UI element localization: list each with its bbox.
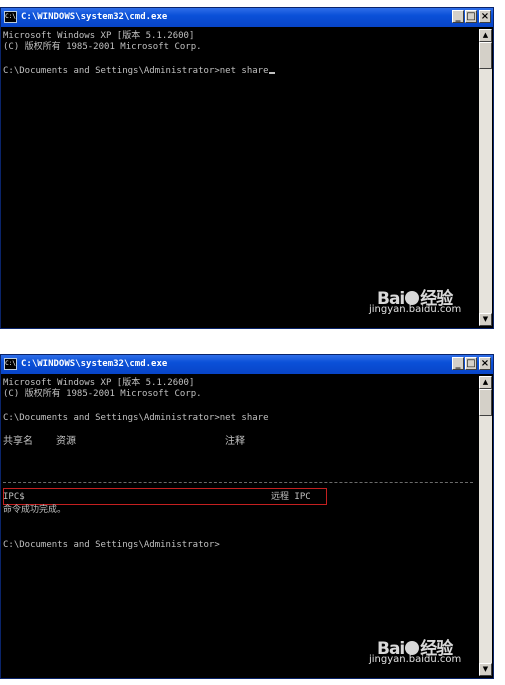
console-line: (C) 版权所有 1985-2001 Microsoft Corp. xyxy=(3,389,202,399)
maximize-button[interactable]: □ xyxy=(465,10,477,23)
console-line: C:\Documents and Settings\Administrator>… xyxy=(3,413,269,423)
title-bar[interactable]: C:\ C:\WINDOWS\system32\cmd.exe _ □ × xyxy=(1,355,493,374)
result-message: 命令成功完成。 xyxy=(3,505,67,515)
title-bar[interactable]: C:\ C:\WINDOWS\system32\cmd.exe _ □ × xyxy=(1,8,493,27)
share-remark-cell: 远程 IPC xyxy=(271,492,311,502)
window-title: C:\WINDOWS\system32\cmd.exe xyxy=(21,12,168,22)
paw-icon xyxy=(405,291,420,305)
vertical-scrollbar[interactable]: ▲ ▼ xyxy=(479,376,492,676)
separator-line xyxy=(3,482,473,483)
vertical-scrollbar[interactable]: ▲ ▼ xyxy=(479,29,492,326)
paw-icon xyxy=(405,641,420,655)
baidu-watermark: Bai 经验 jingyan.baidu.com xyxy=(369,284,469,320)
scroll-up-button[interactable]: ▲ xyxy=(479,376,492,389)
scroll-down-button[interactable]: ▼ xyxy=(479,663,492,676)
cmd-icon[interactable]: C:\ xyxy=(4,358,17,370)
scroll-thumb[interactable] xyxy=(479,389,492,416)
watermark-url: jingyan.baidu.com xyxy=(369,654,462,665)
maximize-button[interactable]: □ xyxy=(465,357,477,370)
watermark-url: jingyan.baidu.com xyxy=(369,304,462,315)
scroll-up-button[interactable]: ▲ xyxy=(479,29,492,42)
close-button[interactable]: × xyxy=(479,10,491,23)
close-button[interactable]: × xyxy=(479,357,491,370)
cmd-icon[interactable]: C:\ xyxy=(4,11,17,23)
header-resource: 资源 xyxy=(56,436,76,447)
text-cursor xyxy=(268,72,275,74)
header-remark: 注释 xyxy=(225,436,245,447)
window-title: C:\WINDOWS\system32\cmd.exe xyxy=(21,359,168,369)
scroll-down-button[interactable]: ▼ xyxy=(479,313,492,326)
prompt-text: C:\Documents and Settings\Administrator> xyxy=(3,540,220,550)
console-line: C:\Documents and Settings\Administrator>… xyxy=(3,66,275,77)
scroll-thumb[interactable] xyxy=(479,42,492,69)
console-line: Microsoft Windows XP [版本 5.1.2600] xyxy=(3,31,195,41)
console-output[interactable]: Microsoft Windows XP [版本 5.1.2600] (C) 版… xyxy=(3,29,477,326)
baidu-watermark: Bai 经验 jingyan.baidu.com xyxy=(369,634,469,670)
cmd-window-1: C:\ C:\WINDOWS\system32\cmd.exe _ □ × Mi… xyxy=(0,7,494,329)
console-line: (C) 版权所有 1985-2001 Microsoft Corp. xyxy=(3,42,202,52)
console-output[interactable]: Microsoft Windows XP [版本 5.1.2600] (C) 版… xyxy=(3,376,477,676)
header-share-name: 共享名 xyxy=(3,436,33,447)
minimize-button[interactable]: _ xyxy=(452,10,464,23)
minimize-button[interactable]: _ xyxy=(452,357,464,370)
prompt-text: C:\Documents and Settings\Administrator>… xyxy=(3,66,269,76)
cmd-window-2: C:\ C:\WINDOWS\system32\cmd.exe _ □ × Mi… xyxy=(0,354,494,679)
console-line: Microsoft Windows XP [版本 5.1.2600] xyxy=(3,378,195,388)
share-name-cell: IPC$ xyxy=(3,492,25,502)
